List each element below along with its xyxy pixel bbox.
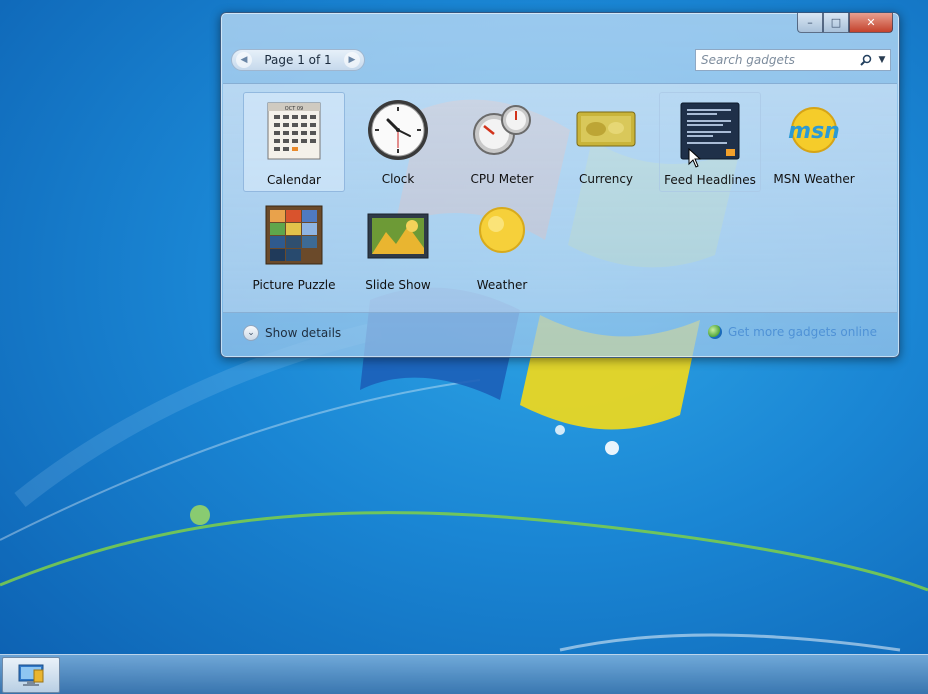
slide-show-icon: [367, 213, 429, 259]
show-details-toggle[interactable]: ⌄ Show details: [243, 325, 341, 341]
taskbar-gadgets-button[interactable]: [2, 657, 60, 693]
currency-icon: [576, 111, 636, 147]
clock-icon: [368, 100, 428, 160]
caption-buttons: – □ ✕: [797, 13, 893, 33]
get-more-gadgets-link[interactable]: Get more gadgets online: [707, 325, 877, 339]
gallery-toolbar: ◀ Page 1 of 1 ▶ ▼: [231, 49, 891, 75]
magnifier-icon[interactable]: [858, 54, 874, 66]
maximize-button[interactable]: □: [823, 13, 849, 33]
gadget-label: Clock: [381, 172, 415, 186]
gadget-gallery-window: – □ ✕ ◀ Page 1 of 1 ▶ ▼: [220, 12, 900, 358]
gadget-tile-msn-weather[interactable]: msn MSN Weather: [763, 92, 865, 192]
previous-page-button[interactable]: ◀: [236, 52, 252, 68]
gadget-label: Calendar: [267, 173, 321, 187]
next-page-button[interactable]: ▶: [344, 52, 360, 68]
search-gadgets-input[interactable]: [696, 50, 858, 70]
expand-chevron-icon: ⌄: [243, 325, 259, 341]
svg-text:msn: msn: [788, 119, 840, 144]
gadget-tile-picture-puzzle[interactable]: Picture Puzzle: [243, 198, 345, 298]
desktop-gadgets-icon: [18, 664, 44, 686]
gadget-tile-weather[interactable]: Weather: [451, 198, 553, 298]
gadget-tile-slide-show[interactable]: Slide Show: [347, 198, 449, 298]
gadget-label: MSN Weather: [773, 172, 855, 186]
mouse-cursor-icon: [688, 148, 702, 168]
gadget-tile-calendar[interactable]: OCT 09 Calendar: [243, 92, 345, 192]
search-options-dropdown[interactable]: ▼: [874, 55, 890, 65]
gadget-tile-cpu-meter[interactable]: CPU Meter: [451, 92, 553, 192]
gadget-tile-feed-headlines[interactable]: Feed Headlines: [659, 92, 761, 192]
weather-icon: [479, 207, 525, 253]
calendar-icon: OCT 09: [267, 102, 321, 160]
gallery-footer: ⌄ Show details Get more gadgets online: [231, 317, 891, 349]
gadget-label: Feed Headlines: [664, 173, 756, 187]
gadget-grid: OCT 09 Calendar Clock CPU Meter Currency…: [223, 83, 897, 313]
search-box: ▼: [695, 49, 891, 71]
picture-puzzle-icon: [265, 205, 323, 265]
gadget-label: Picture Puzzle: [252, 278, 336, 292]
show-details-label: Show details: [265, 326, 342, 340]
gadget-label: Currency: [578, 172, 634, 186]
close-button[interactable]: ✕: [849, 13, 893, 33]
minimize-button[interactable]: –: [797, 13, 823, 33]
msn-weather-icon: msn: [788, 107, 840, 153]
taskbar: [0, 654, 928, 694]
gadget-tile-clock[interactable]: Clock: [347, 92, 449, 192]
svg-text:OCT 09: OCT 09: [285, 106, 303, 112]
globe-icon: [707, 325, 722, 339]
gadget-label: Slide Show: [365, 278, 431, 292]
page-navigator: ◀ Page 1 of 1 ▶: [231, 49, 365, 71]
cpu-meter-icon: [473, 105, 531, 155]
get-more-gadgets-label: Get more gadgets online: [727, 325, 877, 339]
page-indicator: Page 1 of 1: [264, 53, 332, 67]
gadget-label: Weather: [476, 278, 528, 292]
gadget-tile-currency[interactable]: Currency: [555, 92, 657, 192]
gadget-label: CPU Meter: [470, 172, 534, 186]
